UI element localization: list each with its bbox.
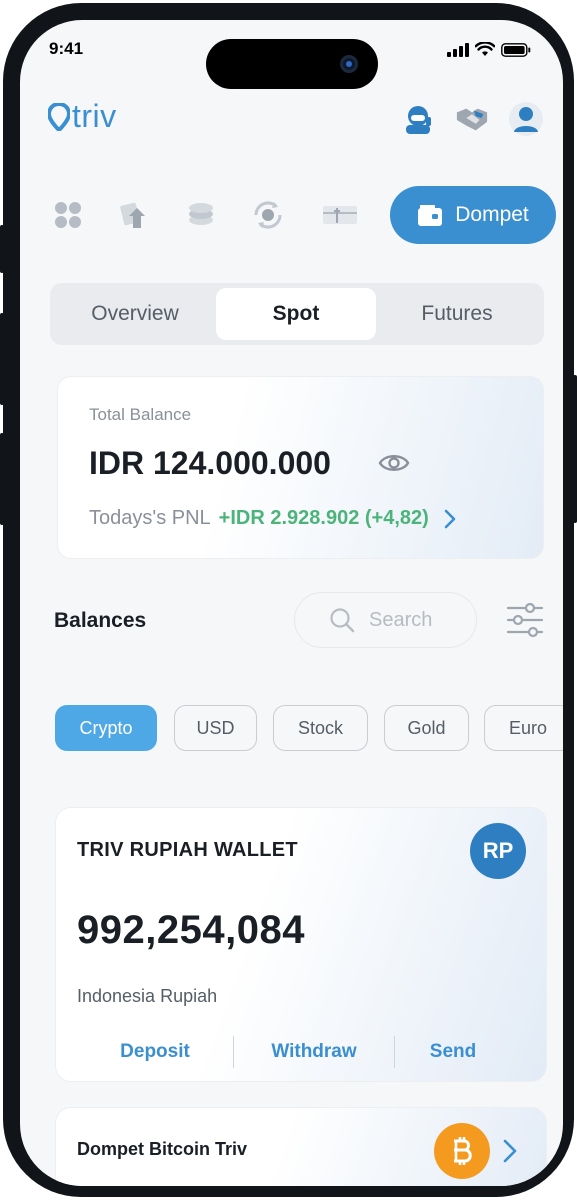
nav-dompet-label: Dompet (455, 203, 529, 226)
wifi-icon (475, 42, 495, 56)
nav-coins[interactable] (185, 199, 217, 231)
pnl-value: +IDR 2.928.902 (+4,82) (218, 507, 429, 529)
bitcoin-wallet-card[interactable]: Dompet Bitcoin Triv (55, 1107, 547, 1186)
search-placeholder: Search (369, 608, 433, 631)
camera-icon (340, 55, 358, 73)
chip-crypto[interactable]: Crypto (55, 705, 157, 751)
chevron-right-icon (444, 509, 456, 528)
apps-grid-icon (55, 202, 81, 228)
wallet-currency-name: Indonesia Rupiah (77, 986, 218, 1006)
chip-crypto-label: Crypto (79, 717, 133, 738)
wallet-icon (418, 205, 443, 226)
asset-filter-chips: Crypto USD Stock Gold Euro (55, 705, 563, 751)
logo-text: triv (72, 98, 117, 134)
cycle-coin-icon (254, 201, 282, 229)
pnl-label: Todays's PNL (89, 507, 211, 529)
top-actions (401, 102, 543, 136)
tab-spot[interactable]: Spot (216, 288, 376, 340)
bitcoin-symbol-icon (454, 1137, 472, 1165)
nav-earn[interactable] (252, 199, 284, 231)
user-icon (514, 107, 538, 132)
chip-euro-label: Euro (508, 717, 548, 738)
card-icon (323, 206, 357, 224)
send-button[interactable]: Send (395, 1036, 511, 1068)
wallet-title: TRIV RUPIAH WALLET (77, 839, 298, 861)
nav-home[interactable] (52, 199, 84, 231)
total-balance-card: Total Balance IDR 124.000.000 Todays's P… (57, 376, 544, 559)
support-button[interactable] (401, 102, 435, 136)
withdraw-button[interactable]: Withdraw (234, 1036, 394, 1068)
total-balance-value: IDR 124.000.000 (89, 445, 331, 481)
dynamic-island (206, 39, 378, 89)
bitcoin-chevron-button[interactable] (502, 1138, 518, 1169)
tab-futures-label: Futures (421, 302, 493, 325)
chip-usd-label: USD (196, 717, 235, 738)
action-button (0, 225, 4, 273)
signal-icon (447, 42, 469, 57)
bitcoin-wallet-title: Dompet Bitcoin Triv (77, 1139, 248, 1159)
volume-down-button (0, 433, 4, 525)
tab-overview-label: Overview (91, 302, 179, 325)
wallet-amount: 992,254,084 (77, 908, 305, 952)
location-pin-icon (48, 102, 70, 131)
nav-card[interactable] (320, 199, 360, 231)
support-agent-icon (406, 106, 431, 134)
triv-logo[interactable]: triv (48, 98, 117, 135)
filter-button[interactable] (506, 602, 544, 643)
power-button (573, 375, 577, 523)
total-balance-label: Total Balance (89, 405, 192, 424)
battery-icon (501, 42, 531, 57)
tab-overview[interactable]: Overview (55, 288, 215, 340)
search-icon (330, 608, 355, 633)
search-input[interactable]: Search (294, 592, 477, 648)
deposit-button[interactable]: Deposit (77, 1036, 233, 1068)
chip-stock-label: Stock (297, 717, 344, 738)
rupiah-badge: RP (470, 823, 526, 879)
exchange-arrow-icon (120, 202, 145, 228)
balances-title: Balances (54, 609, 147, 632)
handshake-icon (456, 108, 488, 131)
eye-icon (378, 455, 410, 471)
sliders-icon (506, 602, 544, 638)
rupiah-wallet-card[interactable]: TRIV RUPIAH WALLET RP 992,254,084 Indone… (55, 807, 547, 1082)
toggle-visibility-button[interactable] (378, 452, 410, 479)
chip-usd[interactable]: USD (174, 705, 257, 751)
pnl-row[interactable]: Todays's PNL +IDR 2.928.902 (+4,82) (89, 507, 457, 530)
nav-transfer[interactable] (118, 199, 150, 231)
chip-stock[interactable]: Stock (273, 705, 368, 751)
segment-tabs: Overview Spot Futures (50, 283, 544, 345)
nav-dompet-button[interactable]: Dompet (390, 186, 556, 244)
partnership-button[interactable] (455, 102, 489, 136)
screen: 9:41 triv Dompet Overview Spot Futures T… (20, 20, 563, 1186)
phone-frame: 9:41 triv Dompet Overview Spot Futures T… (0, 3, 577, 1197)
volume-up-button (0, 313, 4, 405)
bitcoin-icon (434, 1123, 490, 1179)
wallet-actions: Deposit Withdraw Send (77, 1036, 527, 1068)
chip-gold-label: Gold (407, 717, 446, 738)
tab-futures[interactable]: Futures (377, 288, 537, 340)
chevron-right-icon (503, 1139, 517, 1163)
tab-spot-label: Spot (272, 302, 320, 325)
status-time: 9:41 (49, 39, 84, 58)
status-icons (447, 42, 531, 57)
chip-gold[interactable]: Gold (384, 705, 469, 751)
coins-icon (189, 203, 213, 225)
main-nav: Dompet (50, 186, 560, 244)
profile-button[interactable] (509, 102, 543, 136)
chip-euro[interactable]: Euro (484, 705, 563, 751)
